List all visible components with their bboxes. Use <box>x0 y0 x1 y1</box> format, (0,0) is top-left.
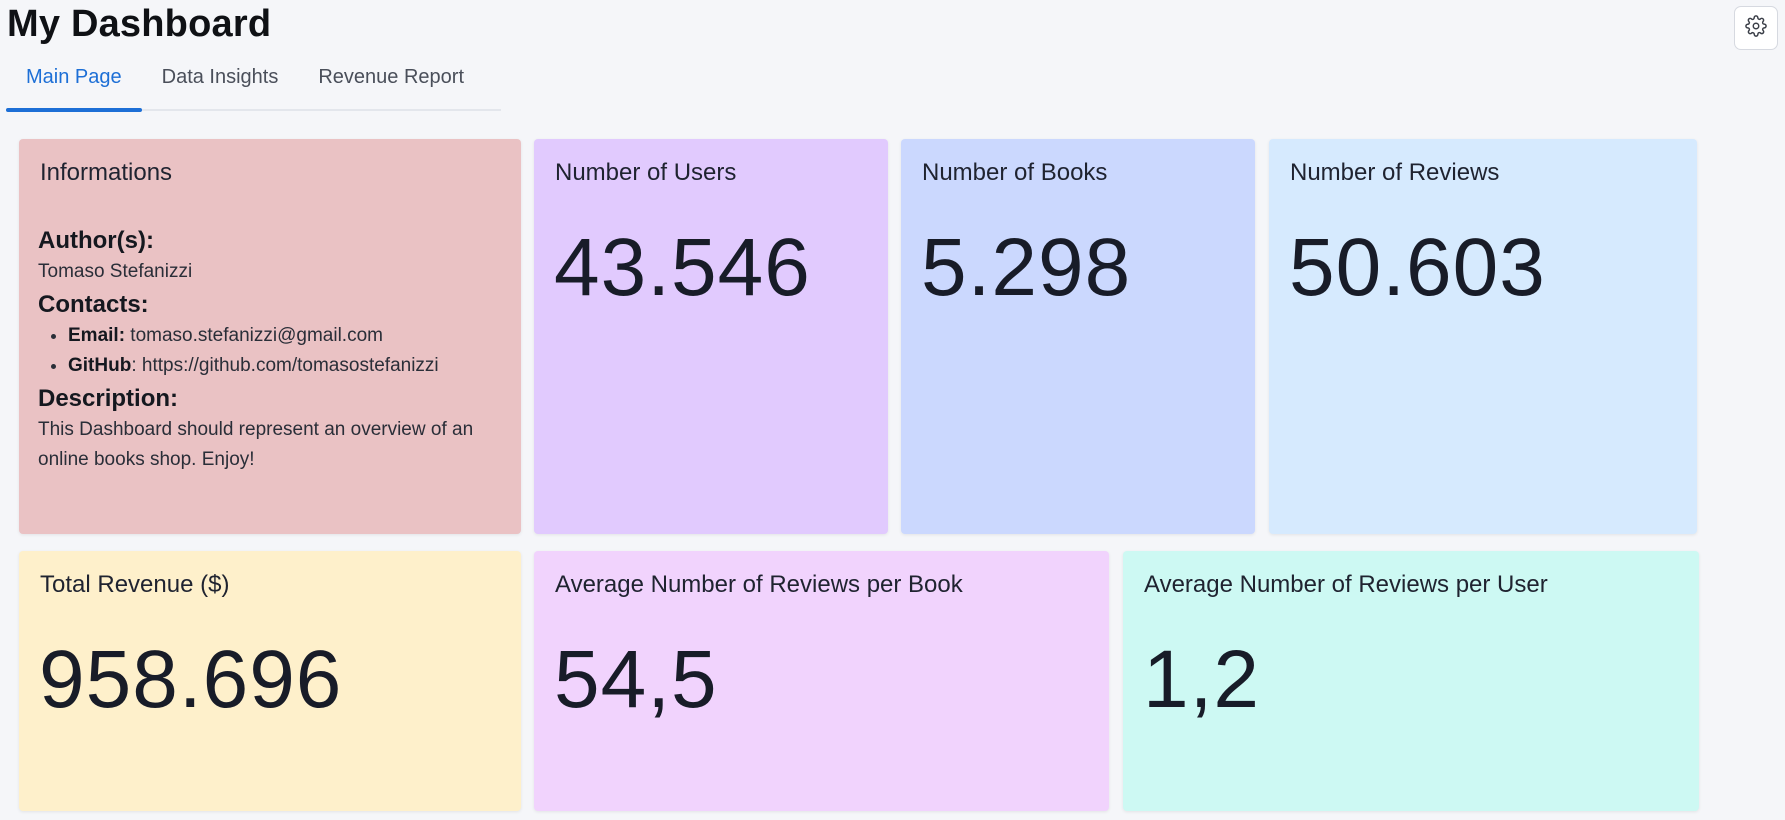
tab-bar: Main Page Data Insights Revenue Report <box>6 56 501 112</box>
email-label: Email: <box>68 325 126 346</box>
author-name: Tomaso Stefanizzi <box>38 261 193 282</box>
reviews-value: 50.603 <box>1289 222 1546 313</box>
reviews-card: Number of Reviews 50.603 <box>1269 139 1697 534</box>
users-card-title: Number of Users <box>555 159 737 186</box>
info-card-title: Informations <box>40 159 173 186</box>
page-title: My Dashboard <box>7 3 272 45</box>
info-body: Author(s): Tomaso Stefanizzi Contacts: E… <box>38 227 507 479</box>
revenue-card: Total Revenue ($) 958.696 <box>19 551 521 811</box>
books-card-title: Number of Books <box>922 159 1108 186</box>
avg-reviews-user-value: 1,2 <box>1143 634 1260 725</box>
tab-data-insights[interactable]: Data Insights <box>142 56 299 109</box>
github-value: : https://github.com/tomasostefanizzi <box>131 355 439 376</box>
books-card: Number of Books 5.298 <box>901 139 1255 534</box>
contact-github: GitHub: https://github.com/tomasostefani… <box>68 351 507 381</box>
avg-reviews-book-title: Average Number of Reviews per Book <box>555 571 963 598</box>
github-label: GitHub <box>68 355 132 376</box>
contacts-heading: Contacts: <box>38 291 149 318</box>
author-heading: Author(s): <box>38 227 154 254</box>
revenue-value: 958.696 <box>39 634 343 725</box>
description-text: This Dashboard should represent an overv… <box>38 419 474 470</box>
avg-reviews-user-card: Average Number of Reviews per User 1,2 <box>1123 551 1699 811</box>
settings-button[interactable] <box>1734 6 1778 50</box>
revenue-card-title: Total Revenue ($) <box>40 571 230 598</box>
info-card: Informations Author(s): Tomaso Stefanizz… <box>19 139 521 534</box>
users-card: Number of Users 43.546 <box>534 139 888 534</box>
description-heading: Description: <box>38 385 179 412</box>
tab-main-page[interactable]: Main Page <box>6 56 142 112</box>
tab-revenue-report[interactable]: Revenue Report <box>298 56 484 109</box>
gear-icon <box>1745 14 1767 42</box>
books-value: 5.298 <box>921 222 1132 313</box>
users-value: 43.546 <box>554 222 811 313</box>
avg-reviews-book-card: Average Number of Reviews per Book 54,5 <box>534 551 1109 811</box>
contact-list: Email: tomaso.stefanizzi@gmail.com GitHu… <box>38 321 507 381</box>
avg-reviews-user-title: Average Number of Reviews per User <box>1144 571 1548 598</box>
contact-email: Email: tomaso.stefanizzi@gmail.com <box>68 321 507 351</box>
reviews-card-title: Number of Reviews <box>1290 159 1500 186</box>
email-value: tomaso.stefanizzi@gmail.com <box>125 325 383 346</box>
avg-reviews-book-value: 54,5 <box>554 634 718 725</box>
